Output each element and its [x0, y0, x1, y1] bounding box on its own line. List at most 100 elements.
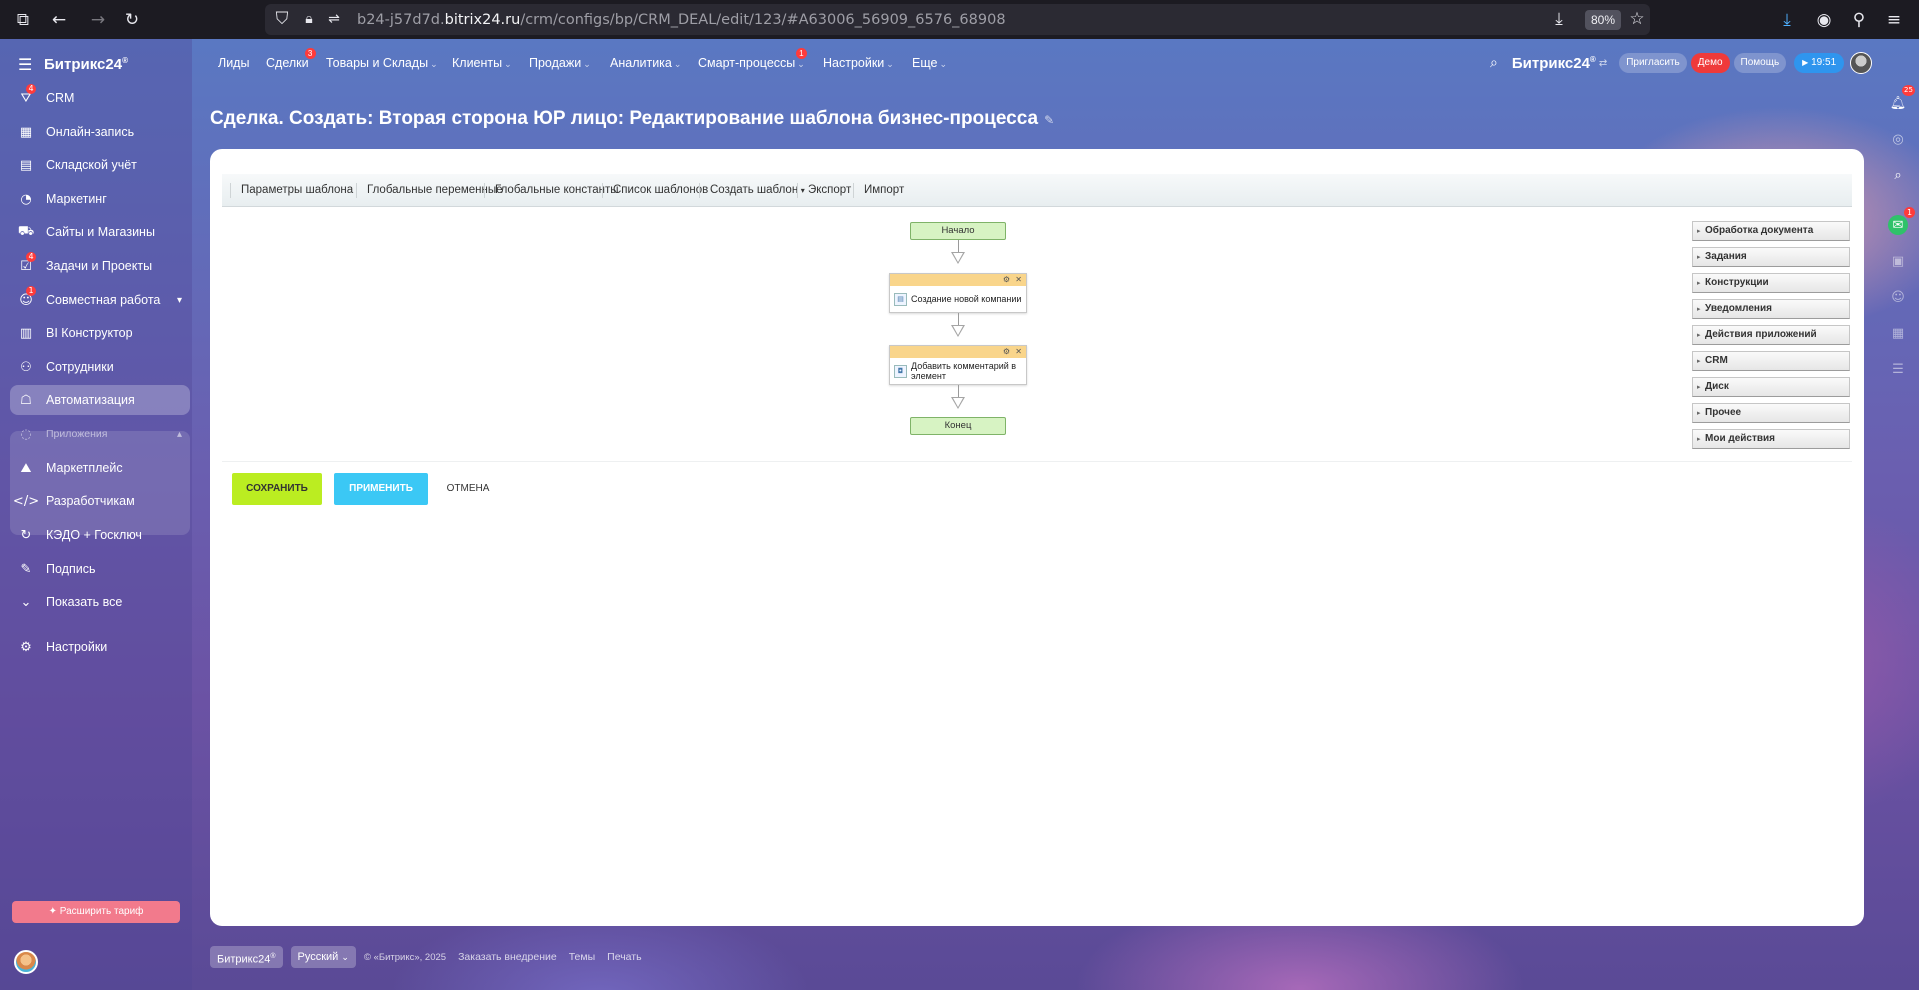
contacts-icon[interactable]: ▣ [1888, 251, 1908, 271]
sidebar-item-collab[interactable]: ☺ 1 Совместная работа ▾ [10, 285, 190, 315]
sidebar-item-label: BI Конструктор [46, 326, 133, 340]
extensions-icon[interactable]: ⚲ [1848, 9, 1870, 31]
global-constants-tab[interactable]: Глобальные константы [495, 184, 619, 196]
nav-leads[interactable]: Лиды [218, 56, 249, 70]
menu-icon[interactable]: ≡ [1883, 9, 1905, 31]
pin-icon[interactable]: ✎ [1044, 113, 1054, 127]
insert-point[interactable] [951, 252, 965, 264]
help-button[interactable]: Помощь [1733, 53, 1787, 73]
sidebar-item-sign[interactable]: ✎ Подпись [10, 554, 190, 584]
nav-clients[interactable]: Клиенты ⌄ [452, 56, 512, 70]
nav-sales[interactable]: Продажи ⌄ [529, 56, 591, 70]
export-tab[interactable]: Экспорт [808, 184, 851, 196]
sidebar-item-bi[interactable]: ▥ BI Конструктор [10, 318, 190, 348]
nav-settings[interactable]: Настройки ⌄ [823, 56, 894, 70]
bookmark-star-icon[interactable]: ☆ [1626, 8, 1648, 30]
back-icon[interactable]: ← [48, 9, 70, 31]
worktime-button[interactable]: ▶ 19:51 [1794, 53, 1845, 73]
address-bar[interactable]: ⛉ 🔒︎ ⇌ b24-j57d7d.bitrix24.ru/crm/config… [265, 4, 1650, 35]
nav-smart-processes[interactable]: Смарт-процессы ⌄ 1 [698, 48, 807, 70]
insert-point[interactable] [951, 397, 965, 409]
footer-brand[interactable]: Битрикс24® [210, 946, 283, 968]
chevron-up-icon[interactable]: ▴ [177, 429, 182, 440]
activity-create-company[interactable]: ⚙ ✕ ▤ Создание новой компании [889, 273, 1027, 313]
chevron-down-icon[interactable]: ▾ [177, 295, 182, 306]
footer-link-themes[interactable]: Темы [569, 951, 595, 963]
account-icon[interactable]: ◉ [1813, 9, 1835, 31]
sidebar-item-marketing[interactable]: ◔ Маркетинг [10, 184, 190, 214]
search-icon[interactable]: ⌕ [1490, 55, 1498, 71]
activity-add-comment[interactable]: ⚙ ✕ ◘ Добавить комментарий в элемент [889, 345, 1027, 385]
permissions-icon[interactable]: ⇌ [323, 8, 345, 30]
tab-overview-icon[interactable]: ⧉ [12, 9, 34, 31]
invite-button[interactable]: Пригласить [1619, 53, 1687, 73]
palette-notifications[interactable]: Уведомления [1692, 299, 1850, 319]
palette-other[interactable]: Прочее [1692, 403, 1850, 423]
footer-link-print[interactable]: Печать [607, 951, 641, 963]
url-text[interactable]: b24-j57d7d.bitrix24.ru/crm/configs/bp/CR… [357, 12, 1006, 28]
nav-products[interactable]: Товары и Склады ⌄ [326, 56, 438, 70]
save-page-icon[interactable]: ⤓ [1548, 8, 1570, 30]
sidebar-show-all[interactable]: ⌄ Показать все [10, 587, 190, 617]
palette-disk[interactable]: Диск [1692, 377, 1850, 397]
create-template-tab[interactable]: Создать шаблон ▾ [710, 184, 805, 196]
settings-icon[interactable]: ⚙ [1003, 346, 1010, 358]
nav-analytics[interactable]: Аналитика ⌄ [610, 56, 681, 70]
close-icon[interactable]: ✕ [1015, 346, 1022, 358]
upgrade-tariff-button[interactable]: ✦ Расширить тариф [12, 901, 180, 923]
start-node[interactable]: Начало [910, 222, 1006, 240]
user-avatar[interactable] [1850, 52, 1873, 74]
insert-point[interactable] [951, 325, 965, 337]
burger-icon[interactable]: ☰ [18, 55, 34, 74]
nav-deals[interactable]: Сделки 3 [266, 48, 316, 70]
search-chat-icon[interactable]: ⌕ [1888, 165, 1908, 185]
sidebar-logo[interactable]: ☰ Битрикс24® [18, 53, 128, 75]
cancel-button[interactable]: ОТМЕНА [438, 473, 498, 505]
sidebar-item-booking[interactable]: ▦ Онлайн-запись [10, 117, 190, 147]
sidebar-item-employees[interactable]: ⚇ Сотрудники [10, 352, 190, 382]
reload-icon[interactable]: ↻ [121, 9, 143, 31]
footer-link-order[interactable]: Заказать внедрение [458, 951, 557, 963]
forward-icon[interactable]: → [87, 9, 109, 31]
end-node[interactable]: Конец [910, 417, 1006, 435]
sidebar-item-crm[interactable]: ⛛ 4 CRM [10, 83, 190, 113]
sidebar-item-settings[interactable]: ⚙ Настройки [10, 632, 190, 662]
avatar[interactable] [14, 950, 38, 974]
save-button[interactable]: СОХРАНИТЬ [232, 473, 322, 505]
sidebar-item-automation[interactable]: ☖ Автоматизация [10, 385, 190, 415]
palette-constructs[interactable]: Конструкции [1692, 273, 1850, 293]
nav-more[interactable]: Еще ⌄ [912, 56, 947, 70]
import-tab[interactable]: Импорт [864, 184, 904, 196]
settings-icon[interactable]: ⚙ [1003, 274, 1010, 286]
palette-crm[interactable]: CRM [1692, 351, 1850, 371]
chat-list-icon[interactable]: ☰ [1888, 359, 1908, 379]
global-variables-tab[interactable]: Глобальные переменные [367, 184, 503, 196]
demo-button[interactable]: Демо [1690, 53, 1730, 73]
sidebar-item-developers[interactable]: </> Разработчикам [10, 486, 190, 516]
shield-icon[interactable]: ⛉ [271, 8, 293, 30]
sidebar-item-kedo[interactable]: ↻ КЭДО + Госключ [10, 520, 190, 550]
lock-icon[interactable]: 🔒︎ [298, 8, 320, 30]
target-icon[interactable]: ◎ [1888, 129, 1908, 149]
sidebar-item-tasks[interactable]: ☑ 4 Задачи и Проекты [10, 251, 190, 281]
template-list-tab[interactable]: Список шаблонов [613, 184, 708, 196]
palette-tasks[interactable]: Задания [1692, 247, 1850, 267]
sidebar-item-warehouse[interactable]: ▤ Складской учёт [10, 150, 190, 180]
zoom-level[interactable]: 80% [1585, 10, 1622, 30]
sidebar-item-sites[interactable]: ⛟ Сайты и Магазины [10, 217, 190, 247]
bell-icon[interactable]: 🔔︎ 25 [1888, 85, 1915, 113]
downloads-icon[interactable]: ⤓ [1776, 9, 1798, 31]
palette-document-processing[interactable]: Обработка документа [1692, 221, 1850, 241]
apps-header[interactable]: ◌ Приложения ▴ [10, 419, 190, 449]
palette-app-actions[interactable]: Действия приложений [1692, 325, 1850, 345]
chat-icon[interactable]: ✉ 1 [1888, 207, 1915, 235]
profile-icon[interactable]: ☺ [1888, 287, 1908, 307]
apps-icon[interactable]: ▦ [1888, 323, 1908, 343]
switch-icon[interactable]: ⇄ [1599, 58, 1607, 69]
sidebar-item-marketplace[interactable]: ⛰ Маркетплейс [10, 453, 190, 483]
apply-button[interactable]: ПРИМЕНИТЬ [334, 473, 428, 505]
language-select[interactable]: Русский ⌄ [290, 946, 356, 968]
close-icon[interactable]: ✕ [1015, 274, 1022, 286]
palette-my-actions[interactable]: Мои действия [1692, 429, 1850, 449]
template-params-tab[interactable]: Параметры шаблона [241, 184, 353, 196]
